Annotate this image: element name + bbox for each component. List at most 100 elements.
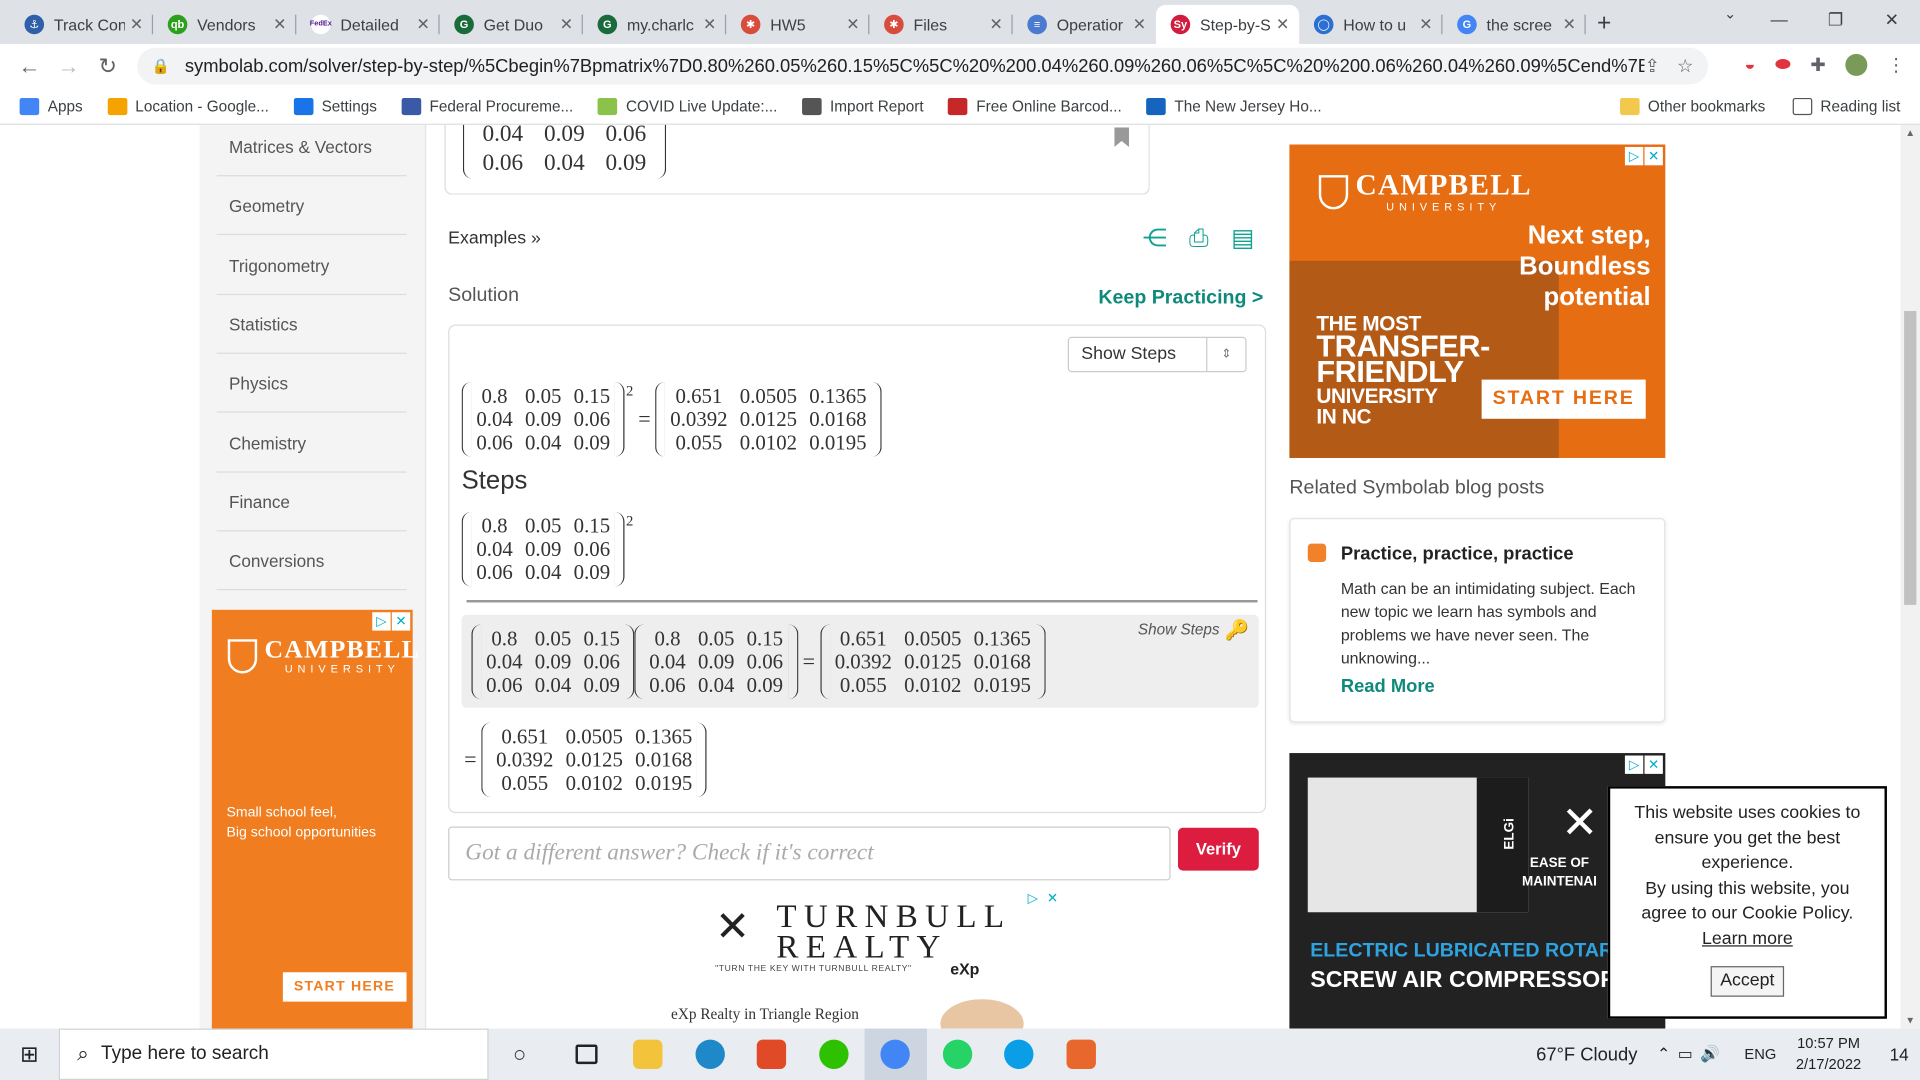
language-indicator[interactable]: ENG (1744, 1046, 1776, 1063)
tab-close-icon[interactable]: ✕ (560, 15, 573, 35)
task-view-icon[interactable] (555, 1029, 617, 1080)
browser-tab[interactable]: ✱ Files ✕ (869, 5, 1013, 44)
restore-icon[interactable]: ❐ (1807, 0, 1863, 39)
file-explorer-icon[interactable] (617, 1029, 679, 1080)
tab-close-icon[interactable]: ✕ (1276, 15, 1289, 35)
browser-tab[interactable]: ≡ Operatior ✕ (1013, 5, 1156, 44)
extensions-puzzle-icon[interactable]: ✚ (1810, 54, 1825, 76)
adchoices-icon[interactable]: ▷ (1624, 755, 1644, 774)
share-nodes-icon[interactable]: ⋲ (1141, 225, 1168, 252)
adchoices-icon[interactable]: ▷ (1624, 146, 1644, 166)
adchoices-icon[interactable]: ▷ (372, 612, 391, 631)
show-steps-link[interactable]: Show Steps (1138, 621, 1220, 638)
scroll-thumb[interactable] (1904, 311, 1917, 605)
sidebar-item-geometry[interactable]: Geometry (216, 177, 407, 236)
read-more-link[interactable]: Read More (1341, 676, 1435, 697)
chrome-icon[interactable] (864, 1028, 927, 1080)
sidebar-item-statistics[interactable]: Statistics (216, 295, 407, 354)
bookmark-item[interactable]: The New Jersey Ho... (1146, 97, 1322, 115)
pocket-extension-icon[interactable]: ◒ (1744, 54, 1755, 76)
bookmark-item[interactable]: Location - Google... (107, 97, 269, 115)
print-icon[interactable]: ⎙ (1185, 225, 1212, 252)
scrollbar[interactable]: ▲ ▼ (1900, 124, 1920, 1029)
bookmark-star-icon[interactable]: ☆ (1677, 55, 1693, 77)
sidebar-item-chemistry[interactable]: Chemistry (216, 413, 407, 473)
tab-close-icon[interactable]: ✕ (846, 15, 859, 35)
snipping-icon[interactable] (1050, 1029, 1112, 1080)
bookmark-item[interactable]: Federal Procureme... (401, 97, 573, 115)
windows-start-icon[interactable]: ⊞ (0, 1041, 59, 1067)
answer-check-input[interactable]: Got a different answer? Check if it's co… (448, 826, 1171, 881)
weather-widget[interactable]: 67°F Cloudy (1536, 1044, 1637, 1065)
learn-more-link[interactable]: Learn more (1625, 926, 1870, 951)
bookmark-item[interactable]: Apps (19, 97, 83, 115)
office-icon[interactable] (741, 1029, 803, 1080)
browser-tab[interactable]: ◯ How to u ✕ (1299, 5, 1443, 44)
bookmark-ribbon-icon[interactable] (1114, 127, 1129, 147)
cortana-icon[interactable]: ○ (489, 1029, 551, 1080)
tab-close-icon[interactable]: ✕ (1419, 15, 1432, 35)
tab-close-icon[interactable]: ✕ (990, 15, 1003, 35)
browser-tab[interactable]: Gmy.charlc ✕ (583, 5, 727, 44)
tab-close-icon[interactable]: ✕ (130, 15, 143, 35)
sidebar-item-trigonometry[interactable]: Trigonometry (216, 236, 407, 295)
lastpass-extension-icon[interactable]: ⬬ (1775, 54, 1791, 76)
scroll-down-icon[interactable]: ▼ (1900, 1015, 1920, 1026)
reload-icon[interactable]: ↻ (88, 53, 127, 79)
accept-button[interactable]: Accept (1710, 966, 1785, 997)
adchoices-icon[interactable]: ▷ (1023, 888, 1043, 908)
reading-list[interactable]: Reading list (1792, 97, 1900, 116)
menu-kebab-icon[interactable]: ⋮ (1887, 54, 1905, 76)
turnbull-ad[interactable]: ▷ ✕ ✕ TURNBULL REALTY "TURN THE KEY WITH … (646, 884, 1067, 1029)
key-icon[interactable]: 🔑 (1225, 618, 1249, 642)
browser-tab[interactable]: ✱ HW5 ✕ (726, 5, 870, 44)
sidebar-item-matrices-vectors[interactable]: Matrices & Vectors (216, 125, 407, 177)
browser-tab[interactable]: qb Vendors ✕ (153, 5, 297, 44)
edge-icon[interactable] (679, 1029, 741, 1080)
close-window-icon[interactable]: ✕ (1864, 0, 1920, 39)
bookmark-item[interactable]: Free Online Barcod... (948, 97, 1122, 115)
bookmark-item[interactable]: Settings (293, 97, 377, 115)
sidebar-item-finance[interactable]: Finance (216, 472, 407, 532)
verify-button[interactable]: Verify (1177, 827, 1259, 871)
browser-tab[interactable]: FedEx Detailed ✕ (296, 5, 440, 44)
ad-close-icon[interactable]: ✕ (1644, 146, 1663, 166)
tab-close-icon[interactable]: ✕ (273, 15, 286, 35)
other-bookmarks[interactable]: Other bookmarks (1619, 97, 1765, 116)
skype-icon[interactable] (988, 1029, 1050, 1080)
clock[interactable]: 10:57 PM 2/17/2022 (1796, 1033, 1861, 1075)
browser-tab[interactable]: G Get Duo ✕ (440, 5, 583, 44)
blog-title[interactable]: Practice, practice, practice (1341, 544, 1574, 565)
campbell-ad-left[interactable]: ▷ ✕ CAMPBELL UNIVERSITY Small school feel… (211, 609, 419, 1029)
back-icon[interactable]: ← (10, 53, 49, 79)
bookmark-item[interactable]: COVID Live Update:... (597, 97, 777, 115)
lock-icon[interactable]: 🔒 (152, 58, 170, 75)
campbell-ad-right[interactable]: ▷ ✕ CAMPBELL UNIVERSITY Next step, Boundl… (1289, 144, 1666, 458)
address-bar[interactable]: 🔒 symbolab.com/solver/step-by-step/%5Cbe… (137, 47, 1709, 85)
start-here-button[interactable]: START HERE (1481, 379, 1646, 419)
browser-tab[interactable]: Sy Step-by-S ✕ (1155, 4, 1300, 45)
ad-close-icon[interactable]: ✕ (391, 612, 411, 631)
bookmark-item[interactable]: Import Report (801, 97, 924, 115)
keep-practicing-link[interactable]: Keep Practicing > (1098, 288, 1263, 310)
show-steps-select[interactable]: Show Steps ⇕ (1067, 336, 1247, 373)
sidebar-item-physics[interactable]: Physics (216, 354, 407, 413)
browser-tab[interactable]: Gthe scree ✕ (1442, 5, 1586, 44)
tab-close-icon[interactable]: ✕ (1563, 15, 1576, 35)
scroll-up-icon[interactable]: ▲ (1900, 127, 1920, 138)
ad-close-icon[interactable]: ✕ (1043, 888, 1062, 908)
tab-close-icon[interactable]: ✕ (703, 15, 716, 35)
notification-center-icon[interactable]: 14 (1878, 1044, 1920, 1064)
wechat-icon[interactable] (803, 1029, 865, 1080)
tab-close-icon[interactable]: ✕ (416, 15, 429, 35)
minimize-icon[interactable]: — (1751, 0, 1807, 39)
tray-icons[interactable]: ⌃▭🔊 (1657, 1044, 1727, 1064)
share-icon[interactable]: ⇪ (1644, 55, 1659, 77)
profile-avatar-icon[interactable] (1845, 53, 1868, 76)
examples-link[interactable]: Examples » (448, 229, 541, 249)
browser-tab[interactable]: ⚓ Track Con ✕ (10, 5, 154, 44)
ad-close-icon[interactable]: ✕ (1644, 755, 1663, 774)
whatsapp-icon[interactable] (926, 1029, 988, 1080)
tab-close-icon[interactable]: ✕ (1133, 15, 1146, 35)
sidebar-item-conversions[interactable]: Conversions (216, 532, 407, 591)
